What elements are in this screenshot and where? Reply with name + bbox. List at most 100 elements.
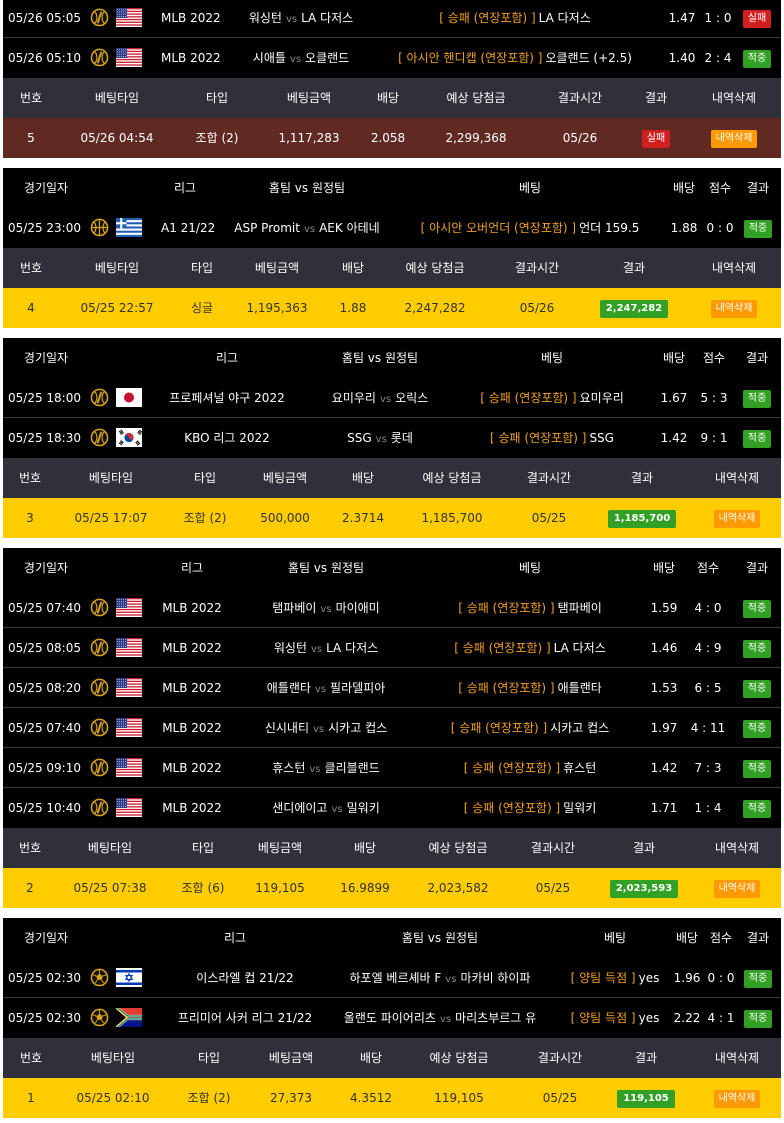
game-row: 05/25 02:30 프리미어 사커 리그 21/22 올랜도 파이어리츠 vs 마리… <box>3 998 781 1038</box>
vs-label: vs <box>375 434 387 445</box>
bet-summary-row: 4 05/25 22:57 싱글 1,195,363 1.88 2,247,282 05/2… <box>3 288 781 328</box>
vs-label: vs <box>313 724 325 735</box>
result-badge: 적중 <box>742 799 772 818</box>
result-badge: 적중 <box>743 1009 773 1028</box>
delete-history-button[interactable]: 내역삭제 <box>710 299 758 318</box>
result-badge: 적중 <box>742 49 772 68</box>
bet-table-header: 번호 베팅타임 타입 베팅금액 배당 예상 당첨금 결과시간 결과 내역삭제 <box>3 78 781 118</box>
bet-delete-cell: 내역삭제 <box>674 288 784 328</box>
bet-result-badge: 2,247,282 <box>599 299 669 318</box>
header-delete: 내역삭제 <box>714 1051 760 1065</box>
game-date: 05/26 05:10 <box>8 51 81 65</box>
game-row: 05/26 05:05 MLB 2022 워싱턴 vs LA 다저스[ 승패 (연장포함… <box>3 0 781 38</box>
game-date: 05/25 18:00 <box>8 391 81 405</box>
flag-usa <box>116 48 142 67</box>
bet-result-badge: 2,023,593 <box>609 879 679 898</box>
game-row: 05/26 05:10 MLB 2022 시애틀 vs 오클랜드[ 아시안 핸디캡 (연… <box>3 38 781 78</box>
game-result: 적중 <box>728 208 784 248</box>
delete-history-button[interactable]: 내역삭제 <box>713 879 761 898</box>
result-badge: 적중 <box>743 219 773 238</box>
game-result: 적중 <box>727 38 784 78</box>
bet-delete-cell: 내역삭제 <box>677 498 784 538</box>
header-bet: 베팅 <box>518 181 542 195</box>
baseball-icon <box>90 428 109 447</box>
home-team: 요미우리 <box>331 391 376 405</box>
bet-table-header: 번호 베팅타임 타입 베팅금액 배당 예상 당첨금 결과시간 결과 내역삭제 <box>3 458 781 498</box>
away-team: 롯데 <box>390 431 413 445</box>
home-team: 워싱턴 <box>248 11 282 25</box>
home-team: 하포엘 베르셰바 F <box>349 971 442 985</box>
delete-history-button[interactable]: 내역삭제 <box>710 129 758 148</box>
pick-market: [ 승패 (연장포함) ] <box>490 431 587 445</box>
away-team: AEK 아테네 <box>319 221 380 235</box>
vs-label: vs <box>309 764 321 775</box>
game-result: 실패 <box>727 0 784 38</box>
header-date: 경기일자 <box>23 931 69 945</box>
pick-market: [ 승패 (연장포함) ] <box>439 11 536 25</box>
bet-result-badge: 1,185,700 <box>607 509 677 528</box>
basketball-icon <box>90 218 109 237</box>
away-team: LA 다저스 <box>301 11 354 25</box>
vs-label: vs <box>285 14 298 25</box>
bet-delete-cell: 내역삭제 <box>674 118 784 158</box>
vs-label: vs <box>303 224 316 235</box>
vs-label: vs <box>445 974 457 985</box>
pick-market: [ 승패 (연장포함) ] <box>463 761 561 775</box>
bet-summary-row: 2 05/25 07:38 조합 (6) 119,105 16.9899 2,023,58… <box>3 868 781 908</box>
home-team: 워싱턴 <box>273 641 307 655</box>
vs-label: vs <box>439 1014 452 1025</box>
home-team: 휴스턴 <box>272 761 306 775</box>
game-result: 적중 <box>727 788 784 828</box>
vs-label: vs <box>314 684 327 695</box>
away-team: 마이애미 <box>335 601 380 615</box>
pick-market: [ 승패 (연장포함) ] <box>480 391 577 405</box>
home-team: 시애틀 <box>252 51 286 65</box>
game-row: 05/25 18:30 KBO 리그 2022 SSG vs 롯데[ 승패 (연장포함)… <box>3 418 781 458</box>
vs-label: vs <box>310 644 323 655</box>
game-row: 05/25 07:40 MLB 2022 신시내티 vs 시카고 컵스[ 승패 (연장포… <box>3 708 781 748</box>
header-delete: 내역삭제 <box>714 841 760 855</box>
game-table-header: 경기일자 리그 홈팀 vs 원정팀 베팅 배당 점수 결과 <box>3 918 781 958</box>
result-badge: 적중 <box>742 679 772 698</box>
baseball-icon <box>90 8 109 27</box>
flag-south-africa <box>116 1008 142 1027</box>
result-badge: 적중 <box>742 639 772 658</box>
header-delete: 내역삭제 <box>711 261 757 275</box>
game-row: 05/25 08:20 MLB 2022 애틀랜타 vs 필라델피아[ 승패 (연장포함… <box>3 668 781 708</box>
header-result: 결과 <box>746 181 770 195</box>
flag-usa <box>116 8 142 27</box>
game-date: 05/25 02:30 <box>8 971 81 985</box>
result-badge: 적중 <box>742 599 772 618</box>
game-teams: ASP Promit vs AEK 아테네 <box>177 208 437 248</box>
vs-label: vs <box>289 54 302 65</box>
delete-history-button[interactable]: 내역삭제 <box>713 1089 761 1108</box>
flag-israel <box>116 968 142 987</box>
game-table-header: 경기일자 리그 홈팀 vs 원정팀 베팅 배당 점수 결과 <box>3 168 781 208</box>
game-row: 05/25 02:30 이스라엘 컵 21/22 하포엘 베르셰바 Fvs 마카비 하… <box>3 958 781 998</box>
header-teams: 홈팀 vs 원정팀 <box>341 351 419 365</box>
pick-market: [ 승패 (연장포함) ] <box>458 681 555 695</box>
pick-market: [ 승패 (연장포함) ] <box>463 801 561 815</box>
pick-choice: LA 다저스 <box>538 11 591 25</box>
game-result: 적중 <box>727 588 784 628</box>
away-team: LA 다저스 <box>326 641 379 655</box>
bet-summary-row: 3 05/25 17:07 조합 (2) 500,000 2.3714 1,185,700… <box>3 498 781 538</box>
header-result: 결과 <box>746 931 770 945</box>
game-row: 05/25 09:10 MLB 2022 휴스턴 vs 클리블랜드[ 승패 (연장포함)… <box>3 748 781 788</box>
home-team: 애틀랜타 <box>266 681 311 695</box>
bet-table-header: 번호 베팅타임 타입 베팅금액 배당 예상 당첨금 결과시간 결과 내역삭제 <box>3 1038 781 1078</box>
delete-history-button[interactable]: 내역삭제 <box>713 509 761 528</box>
game-result: 적중 <box>728 958 784 998</box>
game-result: 적중 <box>727 748 784 788</box>
flag-greece <box>116 218 142 237</box>
header-teams: 홈팀 vs 원정팀 <box>401 931 479 945</box>
bet-summary-row: 5 05/26 04:54 조합 (2) 1,117,283 2.058 2,299,36… <box>3 118 781 158</box>
game-result: 적중 <box>727 628 784 668</box>
result-badge: 적중 <box>742 389 772 408</box>
result-badge: 적중 <box>742 429 772 448</box>
header-teams: 홈팀 vs 원정팀 <box>268 181 346 195</box>
game-result: 적중 <box>727 418 784 458</box>
game-date: 05/25 18:30 <box>8 431 81 445</box>
soccer-icon <box>90 968 109 987</box>
header-league: 리그 <box>223 931 247 945</box>
